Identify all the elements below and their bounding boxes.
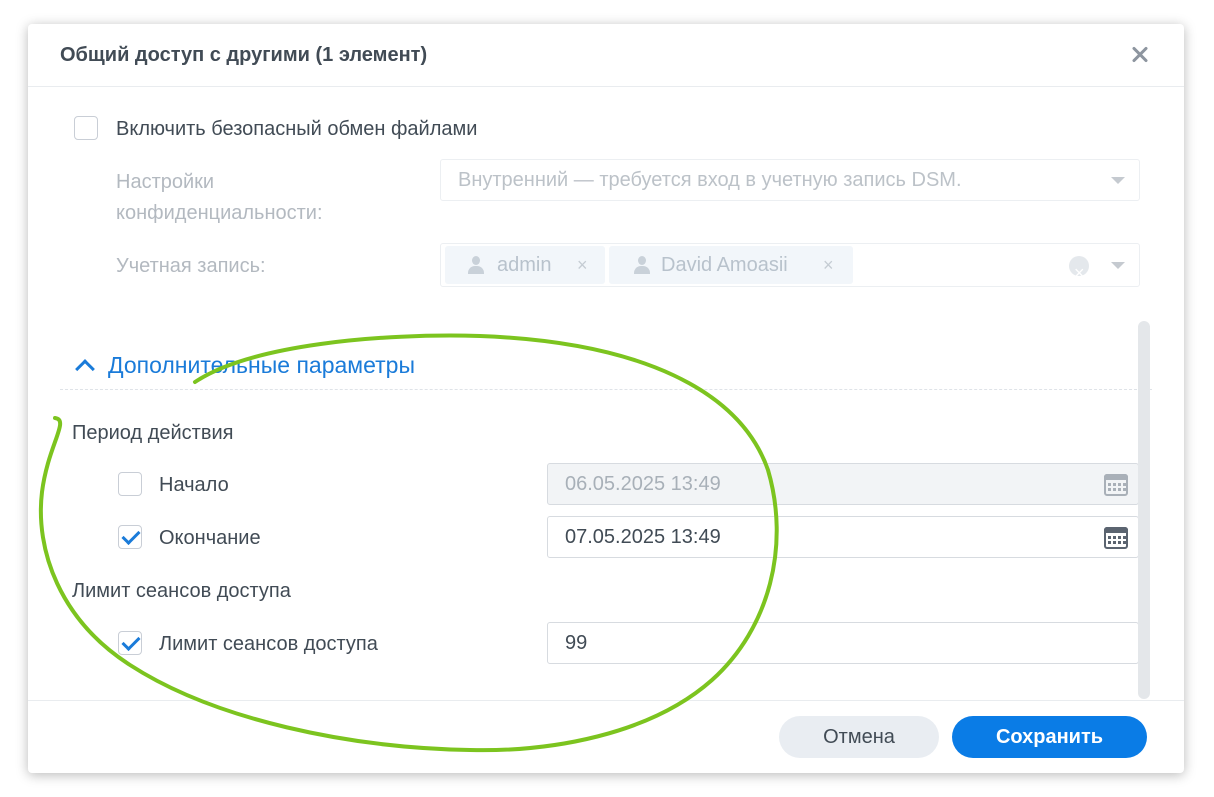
user-icon: [467, 256, 485, 274]
access-limit-input[interactable]: 99: [547, 622, 1139, 664]
start-label: Начало: [159, 474, 229, 496]
calendar-icon[interactable]: [1104, 527, 1128, 549]
save-button[interactable]: Сохранить: [952, 716, 1147, 758]
access-limit-label: Лимит сеансов доступа: [159, 633, 378, 655]
dialog-header: Общий доступ с другими (1 элемент): [28, 24, 1184, 87]
dialog-title: Общий доступ с другими (1 элемент): [60, 44, 428, 66]
close-icon[interactable]: [1128, 42, 1152, 66]
remove-tag-icon[interactable]: ×: [577, 246, 588, 284]
account-tag-david: David Amoasii ×: [609, 246, 853, 284]
chevron-up-icon[interactable]: [75, 359, 95, 379]
privacy-settings-label-line1: Настройки: [116, 171, 215, 193]
start-date-value: 06.05.2025 13:49: [565, 473, 721, 495]
dialog-footer: Отмена Сохранить: [28, 700, 1184, 774]
end-label: Окончание: [159, 527, 261, 549]
account-tag-label: admin: [497, 254, 552, 276]
end-date-input[interactable]: 07.05.2025 13:49: [547, 516, 1139, 558]
advanced-settings-toggle[interactable]: Дополнительные параметры: [108, 352, 415, 379]
privacy-settings-select[interactable]: Внутренний — требуется вход в учетную за…: [440, 159, 1140, 201]
account-label: Учетная запись:: [116, 255, 266, 277]
end-date-value: 07.05.2025 13:49: [565, 526, 721, 548]
start-date-input[interactable]: 06.05.2025 13:49: [547, 463, 1139, 505]
remove-tag-icon[interactable]: ×: [823, 246, 834, 284]
enable-secure-sharing-checkbox[interactable]: [74, 116, 98, 140]
clear-icon[interactable]: [1069, 253, 1089, 293]
user-icon: [633, 256, 651, 274]
chevron-down-icon: [1111, 262, 1125, 269]
share-dialog: Общий доступ с другими (1 элемент) Включ…: [28, 24, 1184, 773]
start-checkbox[interactable]: [118, 472, 142, 496]
calendar-icon[interactable]: [1104, 474, 1128, 496]
access-limit-value: 99: [565, 632, 588, 654]
privacy-settings-value: Внутренний — требуется вход в учетную за…: [458, 169, 962, 191]
divider: [60, 389, 1152, 390]
access-limit-heading: Лимит сеансов доступа: [72, 580, 291, 602]
account-select[interactable]: admin × David Amoasii ×: [440, 243, 1140, 293]
privacy-settings-label-line2: конфиденциальности:: [116, 202, 323, 224]
end-checkbox[interactable]: [118, 525, 142, 549]
enable-secure-sharing-label: Включить безопасный обмен файлами: [116, 118, 478, 140]
chevron-down-icon: [1111, 177, 1125, 184]
account-tag-label: David Amoasii: [661, 254, 788, 276]
cancel-button[interactable]: Отмена: [779, 716, 939, 758]
scrollbar[interactable]: [1138, 321, 1150, 699]
access-limit-checkbox[interactable]: [118, 631, 142, 655]
validity-period-heading: Период действия: [72, 422, 234, 444]
account-tag-admin: admin ×: [445, 246, 605, 284]
